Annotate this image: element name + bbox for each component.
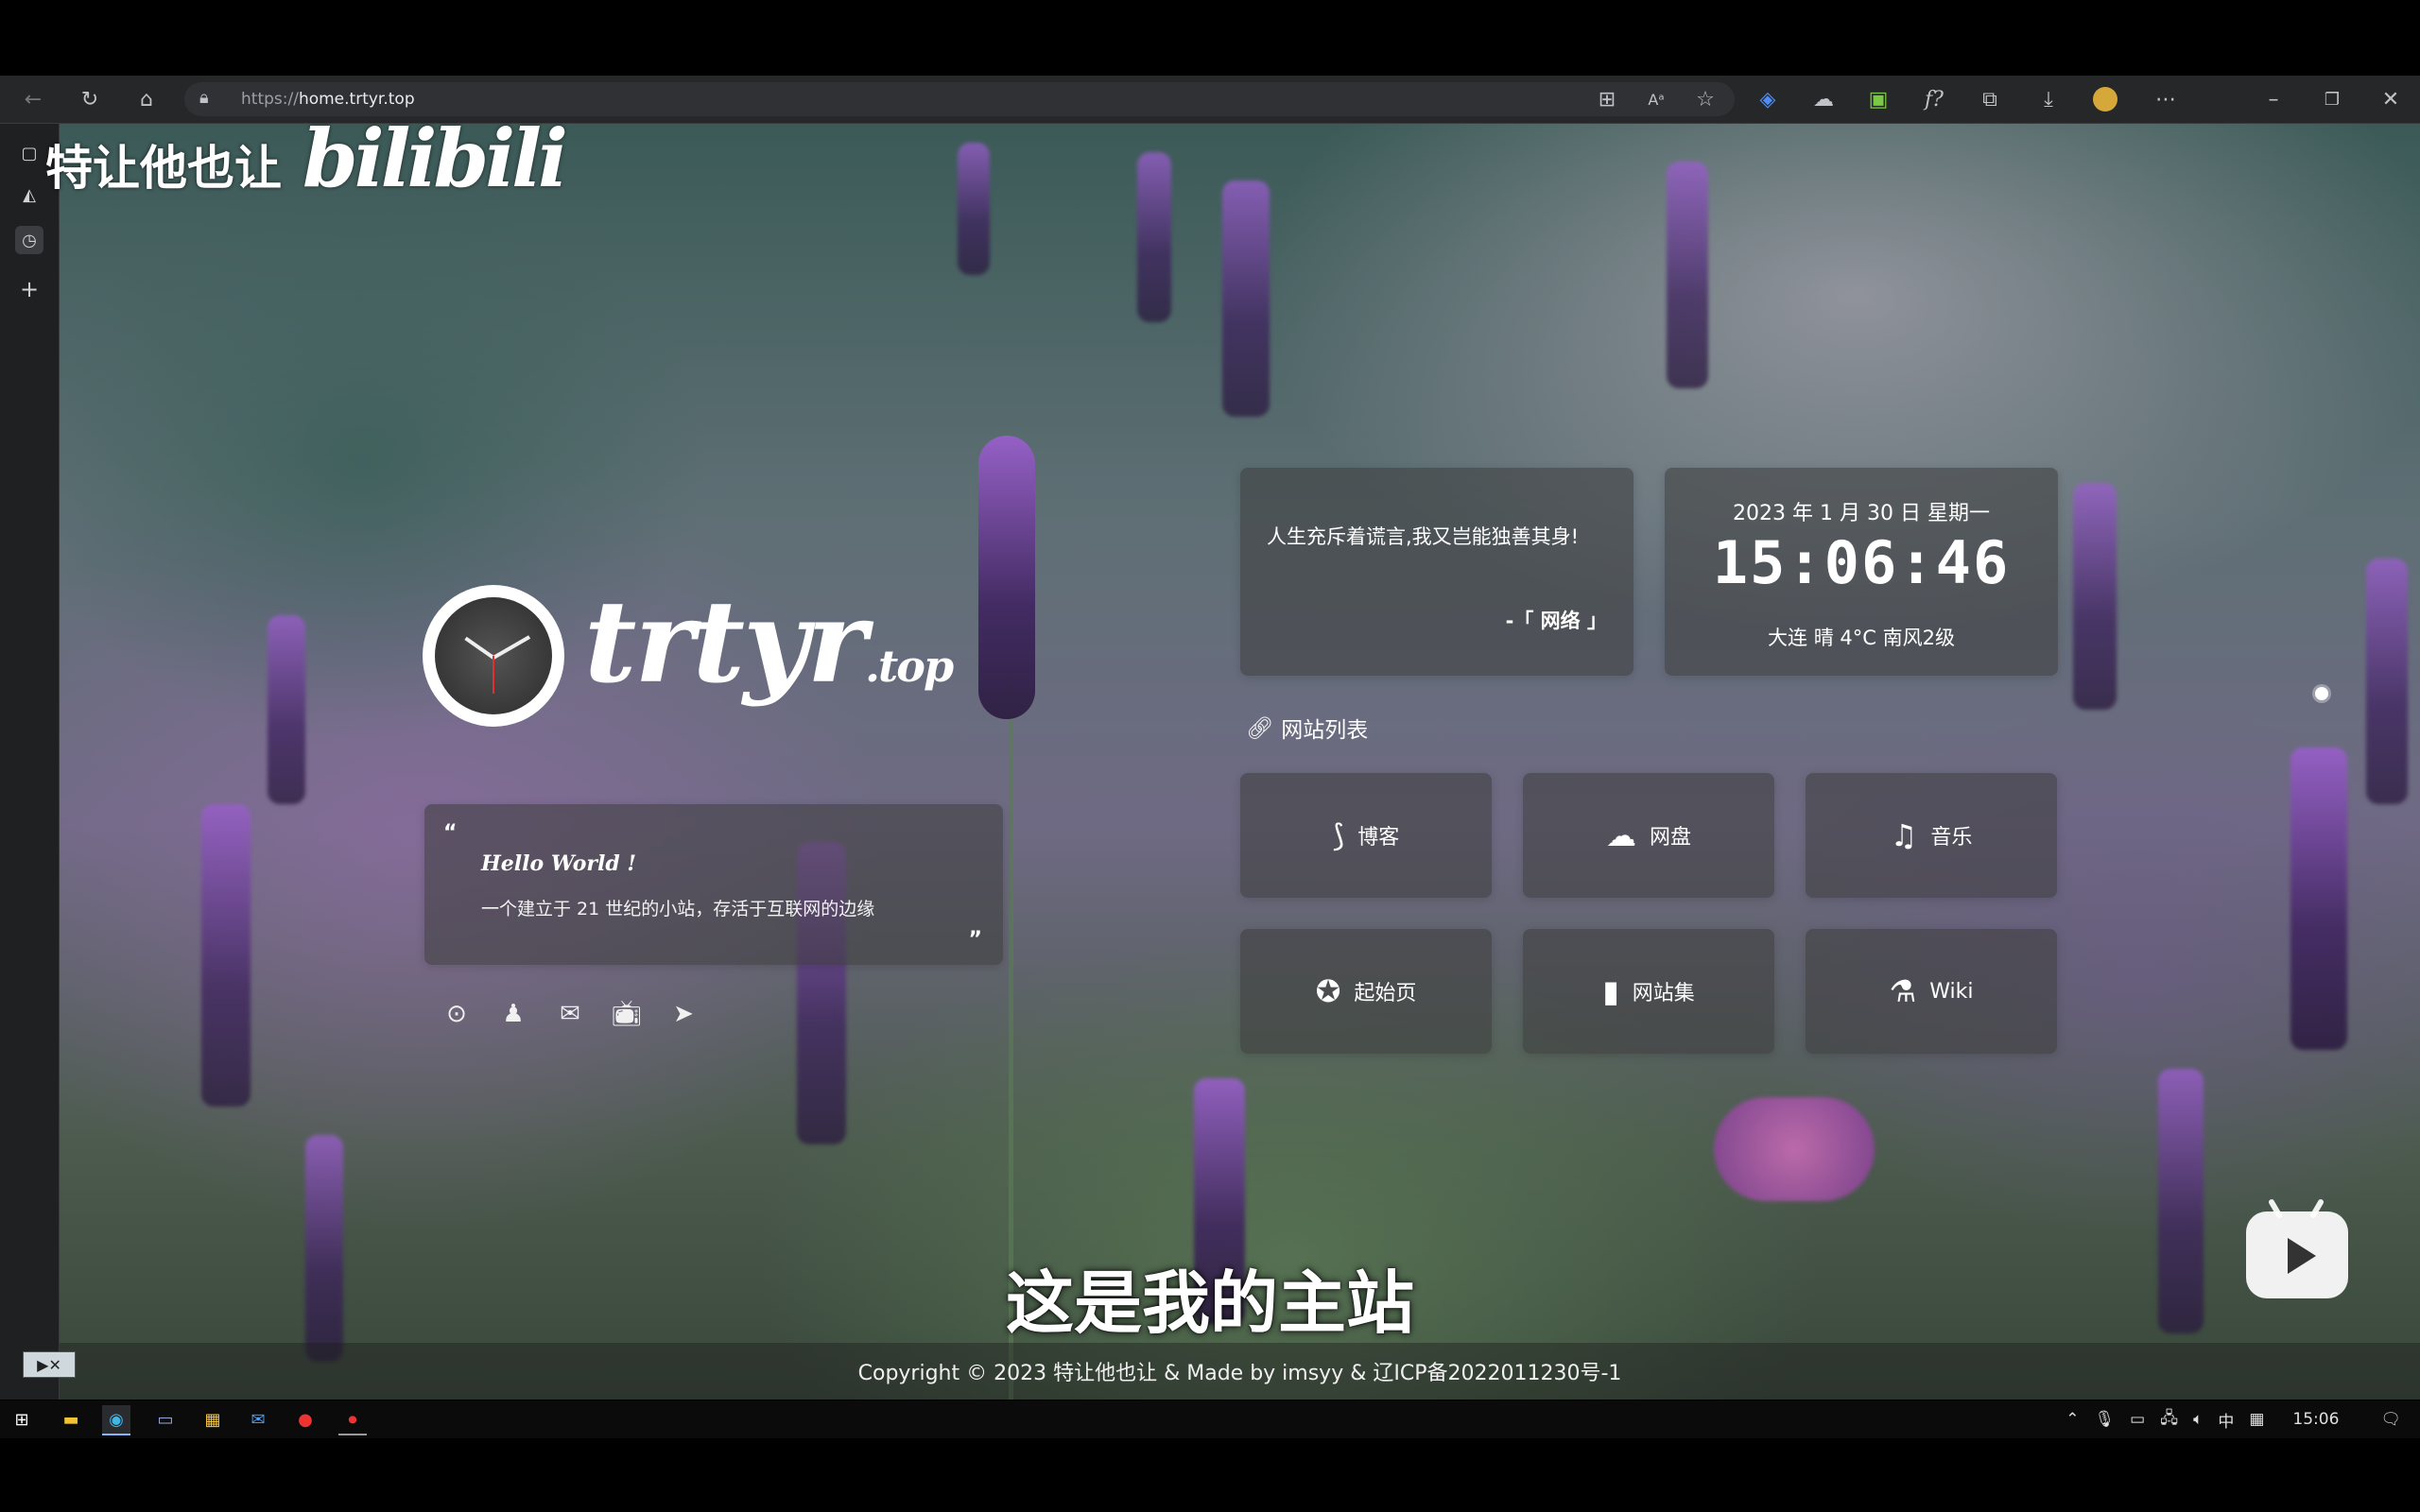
bg-flower xyxy=(201,804,251,1107)
refresh-icon[interactable]: ↻ xyxy=(76,85,104,113)
compass-icon: ✪ xyxy=(1315,973,1341,1009)
media-control-icon[interactable]: ▶✕ xyxy=(23,1351,76,1378)
video-letterbox-top xyxy=(0,0,2420,76)
formula-icon[interactable]: f? xyxy=(1920,85,1948,113)
netease-music-icon[interactable]: ● xyxy=(291,1405,320,1434)
bg-flower xyxy=(2073,483,2117,710)
bg-flower-pink xyxy=(1714,1097,1875,1201)
clock-text: 15:06:46 xyxy=(1712,528,2011,597)
site-logo-icon[interactable] xyxy=(423,585,564,727)
ext-green-icon[interactable]: ▣ xyxy=(1864,85,1893,113)
intro-title: Hello World ! xyxy=(481,851,637,876)
quote-source: -「 网络 」 xyxy=(1505,610,1607,632)
bilibili-watermark: bilibili xyxy=(302,112,568,205)
edge-icon[interactable]: ◉ xyxy=(102,1405,130,1435)
github-icon[interactable]: ⊙ xyxy=(438,995,475,1033)
time-weather-card: 2023 年 1 月 30 日 星期一 15:06:46 大连 晴 4°C 南风… xyxy=(1665,468,2058,676)
bg-flower xyxy=(958,143,990,275)
site-cloud-drive-button[interactable]: ☁ 网盘 xyxy=(1523,773,1774,898)
battery-icon[interactable]: ▭ xyxy=(2130,1410,2145,1429)
cursor-dot xyxy=(2315,687,2328,700)
ime-indicator[interactable]: 中 xyxy=(2218,1408,2234,1432)
weather-text: 大连 晴 4°C 南风2级 xyxy=(1768,627,1955,649)
telegram-icon[interactable]: ➤ xyxy=(665,995,702,1033)
recorder-icon[interactable]: ⏺ xyxy=(338,1405,367,1435)
browser-sidebar: ▢ ◭ ◷ + xyxy=(0,124,60,1400)
blog-icon: ⟆ xyxy=(1332,817,1345,853)
social-links: ⊙ ♟ ✉ 📺︎ ➤ xyxy=(438,995,702,1033)
extensions-icon[interactable]: ⧉ xyxy=(1976,85,2004,113)
link-icon: 🔗︎ xyxy=(1246,715,1274,741)
file-explorer-icon[interactable]: ▬ xyxy=(57,1405,85,1434)
clock-ext-icon[interactable]: ◷ xyxy=(15,226,43,254)
site-collection-button[interactable]: ▮ 网站集 xyxy=(1523,929,1774,1054)
windows-taskbar: ⊞ ▬ ◉ ▭ ▦ ✉ ● ⏺ ⌃ 🎙︎ ▭ 🖧︎ 🔈︎ 中 ▦ 15:06 🗨… xyxy=(0,1400,2420,1438)
restore-icon[interactable]: ❐ xyxy=(2318,85,2346,113)
tabs-icon[interactable]: ▢ xyxy=(15,139,43,167)
bg-flower xyxy=(268,615,305,804)
bg-flower xyxy=(1137,152,1171,322)
clock-face-icon xyxy=(435,597,552,714)
bg-flower xyxy=(1222,180,1270,417)
open-quote-icon: “ xyxy=(443,821,458,845)
site-start-page-button[interactable]: ✪ 起始页 xyxy=(1240,929,1492,1054)
back-icon[interactable]: ← xyxy=(19,85,47,113)
music-icon: ♫ xyxy=(1890,817,1918,853)
quote-text: 人生充斥着谎言,我又岂能独善其身! xyxy=(1267,525,1580,548)
bg-flower xyxy=(2290,747,2347,1050)
date-text: 2023 年 1 月 30 日 星期一 xyxy=(1733,502,1990,525)
bilibili-icon[interactable]: 📺︎ xyxy=(608,995,646,1033)
url-text: https://home.trtyr.top xyxy=(241,90,415,109)
start-icon[interactable]: ⊞ xyxy=(8,1405,36,1434)
taskbar-clock[interactable]: 15:06 xyxy=(2292,1410,2339,1429)
bg-flower xyxy=(1667,162,1708,388)
site-wiki-button[interactable]: ⚗ Wiki xyxy=(1806,929,2057,1054)
email-icon[interactable]: ✉ xyxy=(551,995,589,1033)
lock-icon[interactable]: 🔒︎ xyxy=(199,88,209,108)
chevron-up-icon[interactable]: ⌃ xyxy=(2066,1410,2079,1429)
site-music-button[interactable]: ♫ 音乐 xyxy=(1806,773,2057,898)
read-aloud-icon[interactable]: Aᵃ xyxy=(1642,85,1670,113)
site-logo-text[interactable]: trtyr.top xyxy=(584,576,954,709)
home-icon[interactable]: ⌂ xyxy=(132,85,161,113)
bookmark-icon: ▮ xyxy=(1602,973,1619,1009)
profile-avatar-icon[interactable] xyxy=(2093,87,2118,112)
bilibili-tv-icon xyxy=(2246,1197,2348,1298)
copilot-icon[interactable]: ◭ xyxy=(15,180,43,209)
web-page: trtyr.top “ Hello World ! 一个建立于 21 世纪的小站… xyxy=(60,124,2420,1400)
flask-icon: ⚗ xyxy=(1889,973,1917,1009)
video-subtitle: 这是我的主站 xyxy=(1005,1263,1414,1343)
system-tray: ⌃ 🎙︎ ▭ 🖧︎ 🔈︎ 中 ▦ 15:06 🗨︎ xyxy=(2066,1400,2401,1438)
favorite-add-icon[interactable]: ☆ xyxy=(1691,85,1720,113)
download-icon[interactable]: ⤓ xyxy=(2034,85,2063,113)
network-icon[interactable]: 🖧︎ xyxy=(2160,1406,2178,1434)
intro-card: “ Hello World ! 一个建立于 21 世纪的小站，存活于互联网的边缘… xyxy=(424,804,1003,965)
cloud-icon[interactable]: ☁ xyxy=(1809,85,1838,113)
close-quote-icon: ” xyxy=(968,928,982,952)
mail-icon[interactable]: ✉ xyxy=(244,1405,272,1434)
microphone-icon[interactable]: 🎙︎ xyxy=(2095,1410,2116,1429)
terminal-icon[interactable]: ▭ xyxy=(151,1405,180,1434)
notification-icon[interactable]: 🗨︎ xyxy=(2380,1410,2401,1429)
uploader-watermark: 特让他也让 xyxy=(45,141,282,196)
site-list-heading: 🔗︎ 网站列表 xyxy=(1246,715,1369,744)
video-letterbox-bottom xyxy=(0,1438,2420,1512)
hitokoto-card[interactable]: 人生充斥着谎言,我又岂能独善其身! -「 网络 」 xyxy=(1240,468,1634,676)
close-icon[interactable]: ✕ xyxy=(2377,85,2405,113)
footer: Copyright © 2023 特让他也让 & Made by imsyy &… xyxy=(60,1343,2420,1400)
extension-shield-icon[interactable]: ◈ xyxy=(1754,85,1782,113)
add-icon[interactable]: + xyxy=(15,275,43,303)
tab-grid-icon[interactable]: ⊞ xyxy=(1593,85,1621,113)
site-blog-button[interactable]: ⟆ 博客 xyxy=(1240,773,1492,898)
store-icon[interactable]: ▦ xyxy=(199,1405,227,1434)
bg-flower xyxy=(2366,558,2408,804)
bg-flower xyxy=(978,436,1035,719)
intro-description: 一个建立于 21 世纪的小站，存活于互联网的边缘 xyxy=(481,899,875,919)
more-icon[interactable]: ⋯ xyxy=(2152,85,2180,113)
volume-icon[interactable]: 🔈︎ xyxy=(2193,1410,2203,1429)
minimize-icon[interactable]: – xyxy=(2259,85,2288,113)
qq-icon[interactable]: ♟ xyxy=(494,995,532,1033)
cloud-drive-icon: ☁ xyxy=(1605,817,1636,853)
keyboard-icon[interactable]: ▦ xyxy=(2249,1410,2264,1429)
